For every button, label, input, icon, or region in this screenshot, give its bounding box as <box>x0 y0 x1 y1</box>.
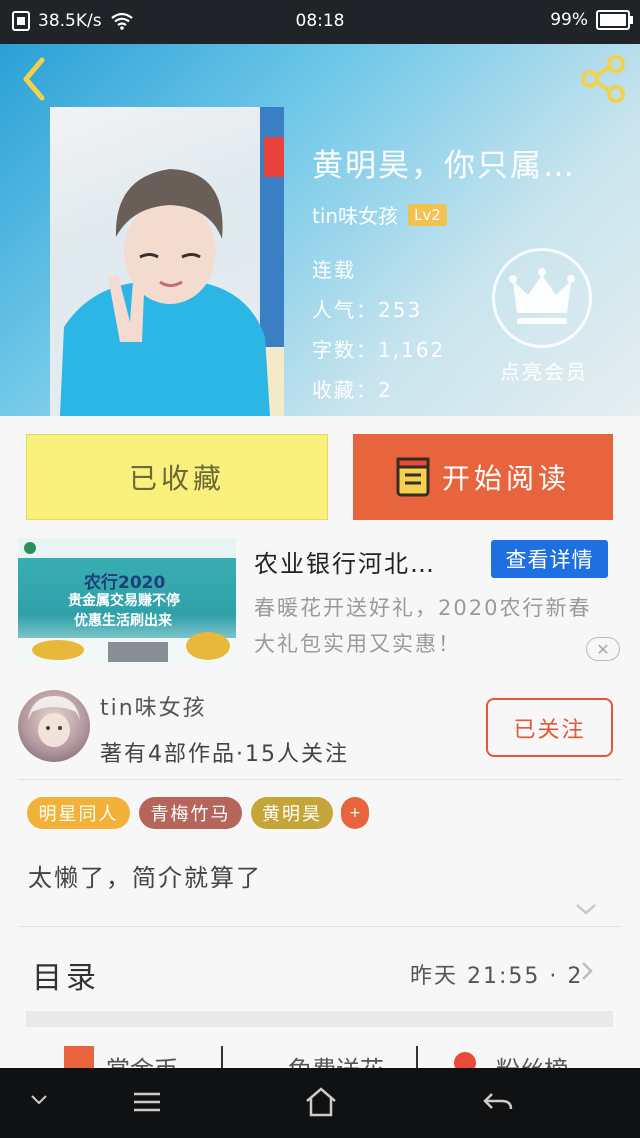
chevron-down-icon[interactable] <box>574 900 598 918</box>
section-separator <box>26 1011 613 1027</box>
ad-image[interactable]: 农行2020 贵金属交易赚不停 优惠生活刷出来 <box>18 538 236 666</box>
follow-button[interactable]: 已关注 <box>486 698 613 757</box>
book-word-count: 字数：1,162 <box>312 338 446 362</box>
book-intro: 太懒了，简介就算了 <box>28 864 262 892</box>
ad-description[interactable]: 春暖花开送好礼，2020农行新春大礼包实用又实惠！ <box>254 590 610 662</box>
divider <box>18 779 622 780</box>
level-badge: Lv2 <box>408 203 447 226</box>
ad-image-line2: 优惠生活刷出来 <box>74 613 172 629</box>
clock: 08:18 <box>295 11 345 31</box>
book-icon <box>396 457 430 497</box>
fans-ranking[interactable]: 粉丝榜 <box>496 1050 568 1068</box>
author-name[interactable]: tin味女孩 <box>100 690 207 722</box>
battery-icon <box>596 10 633 30</box>
start-reading-label: 开始阅读 <box>441 462 570 495</box>
reward-row: 赏金币 免费送花 粉丝榜 <box>26 1046 613 1068</box>
chevron-right-icon[interactable] <box>578 960 596 982</box>
ad-image-line1: 贵金属交易赚不停 <box>68 593 180 609</box>
book-popularity: 人气：253 <box>312 298 423 322</box>
author-row[interactable]: tin味女孩 Lv2 <box>312 200 447 229</box>
status-bar: 38.5K/s 08:18 99% <box>0 0 640 44</box>
book-title: 黄明昊，你只属… <box>312 148 576 184</box>
book-status: 连载 <box>312 258 356 282</box>
divider <box>416 1046 418 1068</box>
collapse-icon[interactable] <box>30 1094 48 1106</box>
avatar-illustration <box>28 696 80 747</box>
status-right: 99% <box>550 10 633 30</box>
tag-childhood-sweethearts[interactable]: 青梅竹马 <box>139 797 242 829</box>
back-icon[interactable] <box>482 1090 514 1114</box>
divider <box>221 1046 223 1068</box>
book-favorites: 收藏：2 <box>312 378 393 402</box>
fans-icon <box>454 1052 476 1068</box>
crown-icon <box>509 268 575 324</box>
home-icon[interactable] <box>304 1086 338 1118</box>
tag-huang-minghao[interactable]: 黄明昊 <box>251 797 333 829</box>
tag-add-button[interactable]: + <box>341 797 369 829</box>
author-avatar[interactable] <box>18 690 90 762</box>
ad-view-details-button[interactable]: 查看详情 <box>491 540 608 578</box>
coin-icon <box>64 1046 94 1068</box>
book-author[interactable]: tin味女孩 <box>312 200 398 229</box>
system-navigation-bar <box>0 1068 640 1138</box>
share-icon[interactable] <box>578 54 630 104</box>
tag-star-fanfic[interactable]: 明星同人 <box>27 797 130 829</box>
reward-coins[interactable]: 赏金币 <box>106 1050 178 1068</box>
start-reading-button[interactable]: 开始阅读 <box>353 434 613 520</box>
author-stats: 著有4部作品·15人关注 <box>100 742 349 767</box>
toc-label[interactable]: 目录 <box>32 953 100 997</box>
menu-icon[interactable] <box>132 1090 162 1114</box>
divider <box>18 926 622 927</box>
free-flowers[interactable]: 免费送花 <box>288 1050 384 1068</box>
ad-title[interactable]: 农业银行河北… <box>254 544 474 579</box>
ad-close-button[interactable]: ✕ <box>586 637 620 661</box>
battery-level: 99% <box>550 10 588 30</box>
book-cover-image[interactable] <box>50 107 284 416</box>
toc-last-update[interactable]: 昨天 21:55 · 2 <box>410 958 583 990</box>
back-arrow-icon[interactable] <box>16 54 56 104</box>
vip-crown-button[interactable] <box>492 248 592 348</box>
cover-portrait <box>60 107 284 416</box>
vip-label[interactable]: 点亮会员 <box>492 356 596 385</box>
favorited-button[interactable]: 已收藏 <box>26 434 328 520</box>
